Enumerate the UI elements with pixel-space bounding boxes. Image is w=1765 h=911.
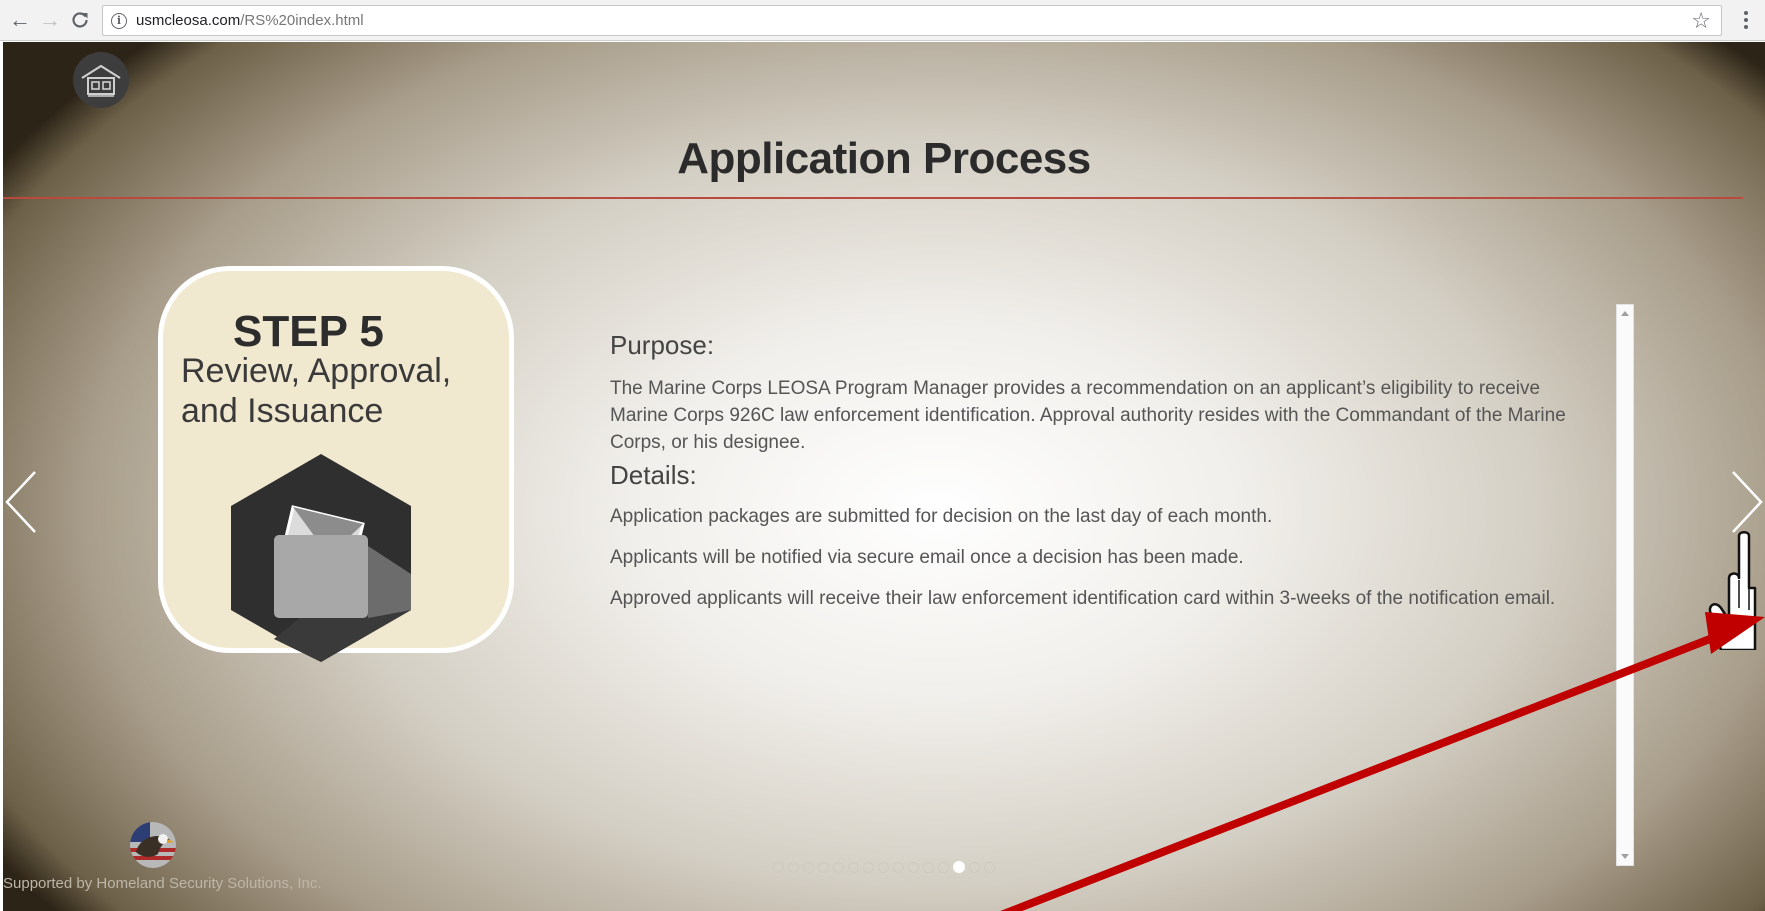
- browser-toolbar: ← → i usmcleosa.com/RS%20index.html ☆: [0, 0, 1765, 41]
- page-title: Application Process: [677, 134, 1091, 183]
- pagination-dot[interactable]: [818, 861, 829, 873]
- home-icon: [81, 64, 121, 97]
- mailbox-envelope-icon: [231, 454, 411, 662]
- footer-credit: Supported by Homeland Security Solutions…: [3, 875, 322, 892]
- step-name: Review, Approval, and Issuance: [181, 352, 452, 430]
- address-bar[interactable]: i usmcleosa.com/RS%20index.html ☆: [102, 5, 1722, 36]
- details-item: Approved applicants will receive their l…: [610, 588, 1556, 609]
- pagination-dot[interactable]: [984, 861, 995, 873]
- pagination-dot[interactable]: [863, 861, 874, 873]
- pagination-dot[interactable]: [788, 861, 799, 873]
- previous-slide-arrow[interactable]: [3, 462, 43, 542]
- slide-pagination: [773, 861, 995, 873]
- slide-page: Application Process STEP 5 Review, Appro…: [3, 42, 1765, 911]
- purpose-heading: Purpose:: [610, 330, 715, 360]
- scroll-down-arrow-icon[interactable]: [1621, 854, 1629, 859]
- url-path: /RS%20index.html: [240, 12, 364, 29]
- arrow-right-icon: →: [39, 7, 61, 32]
- reload-button[interactable]: [66, 6, 94, 34]
- title-divider: [3, 197, 1743, 199]
- purpose-text: The Marine Corps LEOSA Program Manager p…: [610, 378, 1566, 453]
- home-button[interactable]: [73, 52, 129, 108]
- info-icon[interactable]: i: [111, 13, 127, 29]
- pagination-dot[interactable]: [848, 861, 859, 873]
- scroll-up-arrow-icon[interactable]: [1621, 311, 1629, 316]
- pagination-dot[interactable]: [878, 861, 889, 873]
- reload-icon: [72, 12, 88, 28]
- pagination-dot[interactable]: [938, 861, 949, 873]
- details-item: Application packages are submitted for d…: [610, 506, 1273, 527]
- pagination-dot-active[interactable]: [953, 861, 965, 873]
- eagle-flag-logo: [130, 822, 176, 868]
- url-host: usmcleosa.com: [136, 12, 241, 29]
- pagination-dot[interactable]: [773, 861, 784, 873]
- arrow-left-icon: ←: [9, 7, 31, 32]
- content-panel: Purpose: The Marine Corps LEOSA Program …: [610, 330, 1600, 626]
- kebab-menu-icon[interactable]: [1739, 6, 1753, 34]
- pagination-dot[interactable]: [893, 861, 904, 873]
- pagination-dot[interactable]: [923, 861, 934, 873]
- content-scrollbar[interactable]: [1616, 304, 1634, 866]
- pagination-dot[interactable]: [908, 861, 919, 873]
- step-number: STEP 5: [233, 307, 384, 356]
- hand-pointer-icon: [1708, 531, 1757, 650]
- forward-button[interactable]: →: [36, 6, 64, 34]
- pagination-dot[interactable]: [969, 861, 980, 873]
- pagination-dot[interactable]: [803, 861, 814, 873]
- details-item: Applicants will be notified via secure e…: [610, 547, 1244, 568]
- star-icon[interactable]: ☆: [1691, 8, 1711, 34]
- pagination-dot[interactable]: [833, 861, 844, 873]
- details-heading: Details:: [610, 460, 697, 490]
- url-text: usmcleosa.com/RS%20index.html: [136, 12, 364, 29]
- back-button[interactable]: ←: [6, 6, 34, 34]
